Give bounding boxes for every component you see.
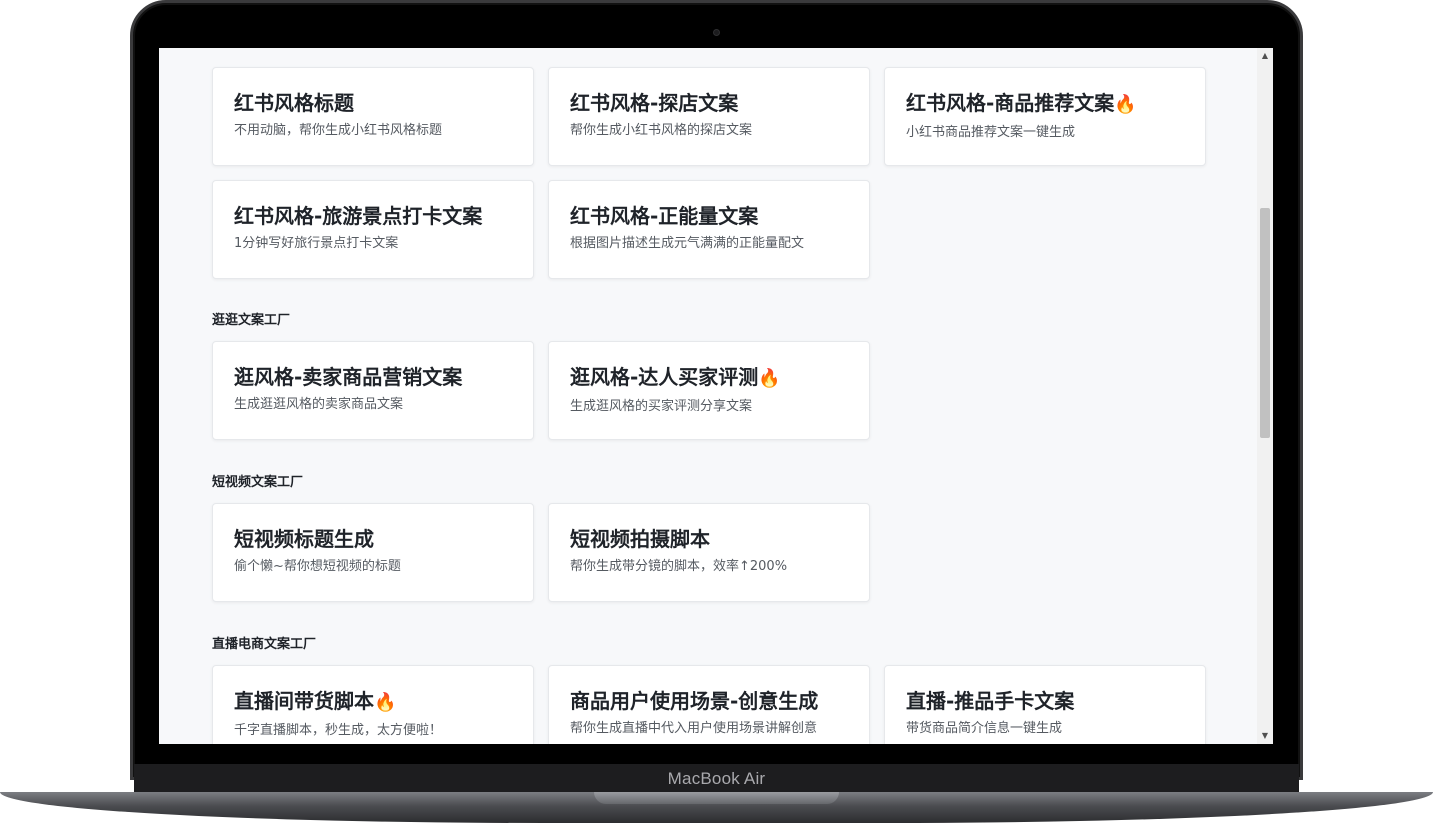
card-title: 红书风格标题	[234, 91, 354, 115]
scrollbar-thumb[interactable]	[1260, 208, 1270, 438]
tool-card[interactable]: 商品用户使用场景-创意生成 帮你生成直播中代入用户使用场景讲解创意	[548, 665, 870, 744]
card-description: 带货商品简介信息一键生成	[906, 721, 1063, 736]
card-description: 1分钟写好旅行景点打卡文案	[234, 236, 399, 251]
card-title: 红书风格-商品推荐文案🔥	[906, 91, 1137, 115]
browser-screen: 红书风格标题 不用动脑，帮你生成小红书风格标题 红书风格-探店文案 帮你生成小红…	[159, 48, 1273, 744]
card-title: 直播间带货脚本🔥	[234, 689, 397, 713]
scroll-up-arrow-icon[interactable]: ▲	[1257, 48, 1273, 64]
card-title: 红书风格-探店文案	[570, 91, 739, 115]
card-description: 帮你生成直播中代入用户使用场景讲解创意	[570, 721, 818, 736]
card-title: 逛风格-达人买家评测🔥	[570, 365, 781, 389]
section-title: 逛逛文案工厂	[212, 313, 291, 328]
laptop-chin: MacBook Air	[134, 764, 1299, 794]
section-title: 直播电商文案工厂	[212, 637, 317, 652]
laptop-base-notch	[594, 792, 839, 804]
card-description: 根据图片描述生成元气满满的正能量配文	[570, 236, 805, 251]
card-title: 商品用户使用场景-创意生成	[570, 689, 819, 713]
card-description: 偷个懒~帮你想短视频的标题	[234, 559, 401, 574]
card-description: 帮你生成带分镜的脚本，效率↑200%	[570, 559, 788, 574]
scroll-down-arrow-icon[interactable]: ▼	[1257, 728, 1273, 744]
card-description: 不用动脑，帮你生成小红书风格标题	[234, 123, 443, 138]
tool-card[interactable]: 红书风格标题 不用动脑，帮你生成小红书风格标题	[212, 67, 534, 166]
tool-card[interactable]: 红书风格-探店文案 帮你生成小红书风格的探店文案	[548, 67, 870, 166]
card-description: 生成逛风格的买家评测分享文案	[570, 399, 753, 414]
camera-icon	[713, 29, 720, 36]
tool-card[interactable]: 红书风格-旅游景点打卡文案 1分钟写好旅行景点打卡文案	[212, 180, 534, 279]
card-title: 红书风格-正能量文案	[570, 204, 759, 228]
page-content: 红书风格标题 不用动脑，帮你生成小红书风格标题 红书风格-探店文案 帮你生成小红…	[159, 48, 1257, 744]
card-title: 短视频拍摄脚本	[570, 527, 710, 551]
tool-card[interactable]: 直播间带货脚本🔥 千字直播脚本，秒生成，太方便啦！	[212, 665, 534, 744]
card-description: 千字直播脚本，秒生成，太方便啦！	[234, 723, 443, 738]
card-title: 逛风格-卖家商品营销文案	[234, 365, 463, 389]
fire-icon: 🔥	[1114, 94, 1137, 115]
card-description: 帮你生成小红书风格的探店文案	[570, 123, 753, 138]
fire-icon: 🔥	[758, 368, 781, 389]
card-title: 直播-推品手卡文案	[906, 689, 1075, 713]
tool-card[interactable]: 逛风格-卖家商品营销文案 生成逛逛风格的卖家商品文案	[212, 341, 534, 440]
tool-card[interactable]: 红书风格-商品推荐文案🔥 小红书商品推荐文案一键生成	[884, 67, 1206, 166]
device-label: MacBook Air	[667, 769, 766, 788]
tool-card[interactable]: 逛风格-达人买家评测🔥 生成逛风格的买家评测分享文案	[548, 341, 870, 440]
section-title: 短视频文案工厂	[212, 475, 304, 490]
tool-card[interactable]: 短视频拍摄脚本 帮你生成带分镜的脚本，效率↑200%	[548, 503, 870, 602]
fire-icon: 🔥	[374, 692, 397, 713]
tool-card[interactable]: 直播-推品手卡文案 带货商品简介信息一键生成	[884, 665, 1206, 744]
card-description: 小红书商品推荐文案一键生成	[906, 125, 1076, 140]
vertical-scrollbar[interactable]: ▲ ▼	[1257, 48, 1273, 744]
card-title: 红书风格-旅游景点打卡文案	[234, 204, 483, 228]
card-description: 生成逛逛风格的卖家商品文案	[234, 397, 404, 412]
tool-card[interactable]: 红书风格-正能量文案 根据图片描述生成元气满满的正能量配文	[548, 180, 870, 279]
card-title: 短视频标题生成	[234, 527, 374, 551]
tool-card[interactable]: 短视频标题生成 偷个懒~帮你想短视频的标题	[212, 503, 534, 602]
